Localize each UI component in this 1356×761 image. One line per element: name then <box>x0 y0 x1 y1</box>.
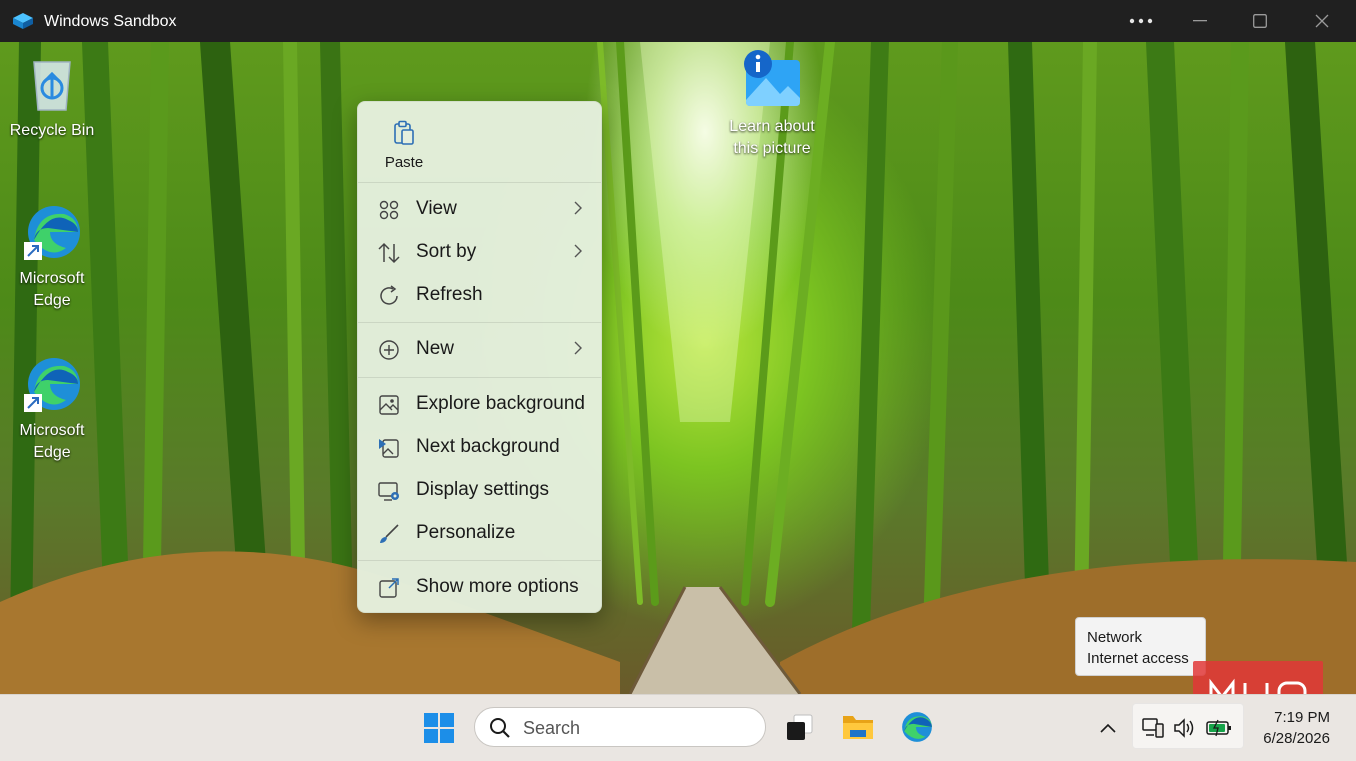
menu-item-new[interactable]: New <box>362 330 598 368</box>
window-title: Windows Sandbox <box>44 13 177 30</box>
task-view-button[interactable] <box>779 707 819 747</box>
close-button[interactable] <box>1302 6 1342 36</box>
system-tray[interactable] <box>1132 703 1244 749</box>
next-background-icon <box>378 437 400 459</box>
network-tooltip: Network Internet access <box>1075 617 1206 676</box>
desktop-icon-microsoft-edge-2[interactable]: Microsoft Edge <box>2 352 102 464</box>
minimize-button[interactable] <box>1180 6 1220 36</box>
start-icon <box>424 713 454 743</box>
network-icon[interactable] <box>1141 717 1165 744</box>
desktop-icon-label: Recycle Bin <box>9 122 95 139</box>
desktop-icon-microsoft-edge[interactable]: Microsoft Edge <box>2 200 102 312</box>
refresh-icon <box>378 285 400 307</box>
view-grid-icon <box>378 199 400 221</box>
chevron-right-icon <box>574 201 582 220</box>
menu-separator <box>358 560 601 561</box>
chevron-right-icon <box>574 244 582 263</box>
recycle-bin-icon <box>20 52 84 116</box>
menu-item-label: Explore background <box>416 393 585 414</box>
menu-separator <box>358 182 601 183</box>
personalize-brush-icon <box>378 523 400 545</box>
more-icon <box>1129 18 1153 24</box>
minimize-icon <box>1193 20 1207 22</box>
window-titlebar[interactable]: Windows Sandbox <box>0 0 1356 42</box>
taskbar: Search 7:19 PM 6/28/2026 <box>0 694 1356 761</box>
show-hidden-icons-button[interactable] <box>1094 715 1122 741</box>
sandbox-app-icon <box>12 12 34 30</box>
volume-icon[interactable] <box>1173 717 1197 744</box>
learn-picture-icon <box>740 48 804 112</box>
menu-item-show-more-options[interactable]: Show more options <box>362 568 598 606</box>
desktop-icon-label: Microsoft Edge <box>19 270 85 309</box>
file-explorer-icon <box>843 716 873 739</box>
paste-icon <box>392 120 416 151</box>
desktop-icon-learn-about-picture[interactable]: Learn about this picture <box>722 48 822 160</box>
desktop-icon-label: Microsoft Edge <box>19 422 85 461</box>
display-settings-icon <box>378 480 400 502</box>
desktop-wallpaper[interactable]: Recycle Bin Microsoft Edge Microsoft Edg <box>0 42 1356 694</box>
menu-item-view[interactable]: View <box>362 190 598 228</box>
maximize-icon <box>1253 14 1267 28</box>
menu-separator <box>358 322 601 323</box>
close-icon <box>1315 14 1329 28</box>
maximize-button[interactable] <box>1240 6 1280 36</box>
clock-date: 6/28/2026 <box>1263 730 1330 747</box>
menu-item-display-settings[interactable]: Display settings <box>362 471 598 509</box>
clock-time: 7:19 PM <box>1274 709 1330 726</box>
menu-item-next-background[interactable]: Next background <box>362 428 598 466</box>
show-more-options-icon <box>378 577 400 599</box>
menu-separator <box>358 377 601 378</box>
battery-icon[interactable] <box>1205 717 1233 744</box>
menu-item-label: Refresh <box>416 284 483 305</box>
file-explorer-button[interactable] <box>838 707 878 747</box>
desktop-context-menu: Paste View Sort by Refresh New Explore b… <box>357 101 602 613</box>
taskbar-search-box[interactable]: Search <box>474 707 766 747</box>
menu-item-label: New <box>416 338 455 359</box>
more-options-button[interactable] <box>1121 6 1161 36</box>
chevron-up-icon <box>1100 723 1116 733</box>
start-button[interactable] <box>420 709 458 747</box>
menu-item-explore-background[interactable]: Explore background <box>362 385 598 423</box>
edge-icon <box>902 712 932 742</box>
sort-icon <box>378 242 400 264</box>
desktop-icon-label: Learn about this picture <box>729 118 815 157</box>
edge-shortcut-icon <box>20 200 84 264</box>
paste-label: Paste <box>384 154 424 171</box>
menu-item-personalize[interactable]: Personalize <box>362 514 598 552</box>
menu-item-label: Personalize <box>416 522 516 543</box>
clock[interactable]: 7:19 PM 6/28/2026 <box>1246 707 1330 749</box>
paste-button[interactable]: Paste <box>368 112 440 174</box>
edge-shortcut-icon <box>20 352 84 416</box>
menu-item-label: Display settings <box>416 479 550 500</box>
edge-taskbar-button[interactable] <box>897 707 937 747</box>
new-plus-icon <box>378 339 400 361</box>
bamboo-wallpaper-art <box>0 42 1356 694</box>
menu-item-refresh[interactable]: Refresh <box>362 276 598 314</box>
menu-item-label: Show more options <box>416 576 579 597</box>
task-view-icon <box>787 714 813 740</box>
tooltip-detail: Internet access <box>1087 650 1189 667</box>
menu-item-label: Sort by <box>416 241 477 262</box>
search-placeholder: Search <box>523 718 581 738</box>
explore-background-icon <box>378 394 400 416</box>
tooltip-title: Network <box>1087 629 1143 646</box>
chevron-right-icon <box>574 341 582 360</box>
search-icon <box>489 717 511 744</box>
menu-item-label: Next background <box>416 436 560 457</box>
menu-item-label: View <box>416 198 457 219</box>
menu-item-sort-by[interactable]: Sort by <box>362 233 598 271</box>
desktop-icon-recycle-bin[interactable]: Recycle Bin <box>2 52 102 142</box>
